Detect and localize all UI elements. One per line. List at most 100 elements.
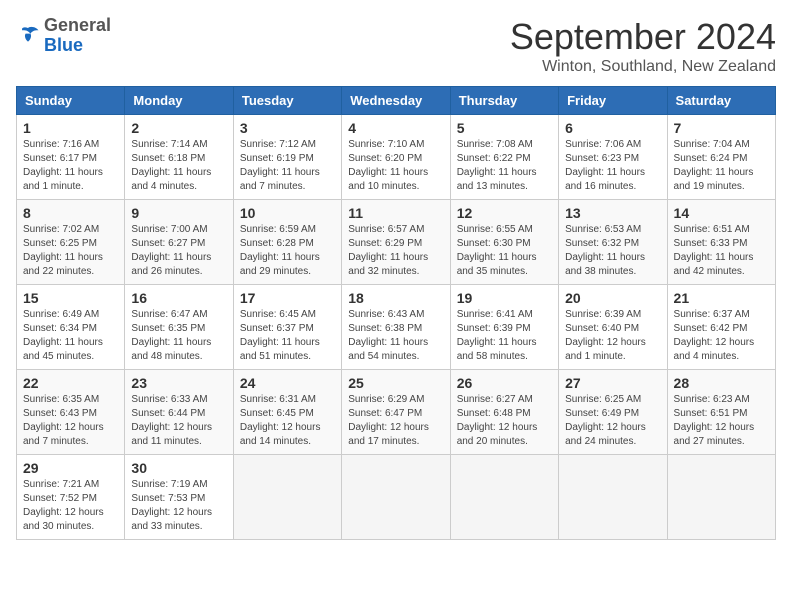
- logo-text: General Blue: [44, 16, 111, 56]
- day-number: 5: [457, 120, 552, 136]
- calendar-day-cell: 1Sunrise: 7:16 AM Sunset: 6:17 PM Daylig…: [17, 115, 125, 200]
- day-info: Sunrise: 6:35 AM Sunset: 6:43 PM Dayligh…: [23, 393, 118, 449]
- day-info: Sunrise: 6:23 AM Sunset: 6:51 PM Dayligh…: [674, 393, 769, 449]
- day-info: Sunrise: 7:14 AM Sunset: 6:18 PM Dayligh…: [131, 138, 226, 194]
- calendar-week-row: 22Sunrise: 6:35 AM Sunset: 6:43 PM Dayli…: [17, 370, 776, 455]
- calendar-day-cell: 21 Sunrise: 6:37 AM Sunset: 6:42 PM Dayli…: [667, 285, 775, 370]
- day-number: 12: [457, 205, 552, 221]
- calendar-day-cell: 20 Sunrise: 6:39 AM Sunset: 6:40 PM Dayli…: [559, 285, 667, 370]
- day-number: 7: [674, 120, 769, 136]
- day-number: 14: [674, 205, 769, 221]
- day-number: 2: [131, 120, 226, 136]
- day-number: 3: [240, 120, 335, 136]
- day-info: Sunrise: 7:21 AM Sunset: 7:52 PM Dayligh…: [23, 478, 118, 534]
- day-info: Sunrise: 7:06 AM Sunset: 6:23 PM Dayligh…: [565, 138, 660, 194]
- day-number: 18: [348, 290, 443, 306]
- day-number: 24: [240, 375, 335, 391]
- day-info: Sunrise: 6:57 AM Sunset: 6:29 PM Dayligh…: [348, 223, 443, 279]
- day-info: Sunrise: 6:33 AM Sunset: 6:44 PM Dayligh…: [131, 393, 226, 449]
- day-info: Sunrise: 6:41 AM Sunset: 6:39 PM Dayligh…: [457, 308, 552, 364]
- day-info: Sunrise: 6:39 AM Sunset: 6:40 PM Dayligh…: [565, 308, 660, 364]
- day-info: Sunrise: 6:49 AM Sunset: 6:34 PM Dayligh…: [23, 308, 118, 364]
- day-info: Sunrise: 7:10 AM Sunset: 6:20 PM Dayligh…: [348, 138, 443, 194]
- day-number: 17: [240, 290, 335, 306]
- day-number: 28: [674, 375, 769, 391]
- day-number: 15: [23, 290, 118, 306]
- day-info: Sunrise: 6:51 AM Sunset: 6:33 PM Dayligh…: [674, 223, 769, 279]
- day-number: 27: [565, 375, 660, 391]
- day-of-week-header: Friday: [559, 87, 667, 115]
- day-of-week-header: Wednesday: [342, 87, 450, 115]
- day-info: Sunrise: 7:16 AM Sunset: 6:17 PM Dayligh…: [23, 138, 118, 194]
- day-number: 19: [457, 290, 552, 306]
- calendar-day-cell: 4 Sunrise: 7:10 AM Sunset: 6:20 PM Daylig…: [342, 115, 450, 200]
- calendar-day-cell: 15 Sunrise: 6:49 AM Sunset: 6:34 PM Dayli…: [17, 285, 125, 370]
- day-info: Sunrise: 7:00 AM Sunset: 6:27 PM Dayligh…: [131, 223, 226, 279]
- calendar-day-cell: 16Sunrise: 6:47 AM Sunset: 6:35 PM Dayli…: [125, 285, 233, 370]
- calendar-day-cell: 8Sunrise: 7:02 AM Sunset: 6:25 PM Daylig…: [17, 200, 125, 285]
- day-of-week-header: Thursday: [450, 87, 558, 115]
- calendar-day-cell: 5 Sunrise: 7:08 AM Sunset: 6:22 PM Daylig…: [450, 115, 558, 200]
- calendar-day-cell: 9 Sunrise: 7:00 AM Sunset: 6:27 PM Daylig…: [125, 200, 233, 285]
- calendar-week-row: 15 Sunrise: 6:49 AM Sunset: 6:34 PM Dayli…: [17, 285, 776, 370]
- calendar-week-row: 1Sunrise: 7:16 AM Sunset: 6:17 PM Daylig…: [17, 115, 776, 200]
- day-info: Sunrise: 6:25 AM Sunset: 6:49 PM Dayligh…: [565, 393, 660, 449]
- calendar-table: SundayMondayTuesdayWednesdayThursdayFrid…: [16, 86, 776, 540]
- day-info: Sunrise: 7:19 AM Sunset: 7:53 PM Dayligh…: [131, 478, 226, 534]
- day-number: 25: [348, 375, 443, 391]
- calendar-day-cell: 14 Sunrise: 6:51 AM Sunset: 6:33 PM Dayli…: [667, 200, 775, 285]
- day-info: Sunrise: 6:31 AM Sunset: 6:45 PM Dayligh…: [240, 393, 335, 449]
- logo-bird-icon: [16, 24, 40, 48]
- calendar-day-cell: 3Sunrise: 7:12 AM Sunset: 6:19 PM Daylig…: [233, 115, 341, 200]
- day-number: 30: [131, 460, 226, 476]
- day-info: Sunrise: 6:37 AM Sunset: 6:42 PM Dayligh…: [674, 308, 769, 364]
- logo: General Blue: [16, 16, 111, 56]
- day-number: 16: [131, 290, 226, 306]
- day-info: Sunrise: 7:08 AM Sunset: 6:22 PM Dayligh…: [457, 138, 552, 194]
- calendar-day-cell: 11 Sunrise: 6:57 AM Sunset: 6:29 PM Dayli…: [342, 200, 450, 285]
- day-info: Sunrise: 6:29 AM Sunset: 6:47 PM Dayligh…: [348, 393, 443, 449]
- title-block: September 2024 Winton, Southland, New Ze…: [510, 16, 776, 76]
- day-info: Sunrise: 6:55 AM Sunset: 6:30 PM Dayligh…: [457, 223, 552, 279]
- calendar-day-cell: 26Sunrise: 6:27 AM Sunset: 6:48 PM Dayli…: [450, 370, 558, 455]
- calendar-week-row: 29 Sunrise: 7:21 AM Sunset: 7:52 PM Dayli…: [17, 455, 776, 540]
- calendar-day-cell: 17 Sunrise: 6:45 AM Sunset: 6:37 PM Dayli…: [233, 285, 341, 370]
- day-info: Sunrise: 6:45 AM Sunset: 6:37 PM Dayligh…: [240, 308, 335, 364]
- day-info: Sunrise: 6:43 AM Sunset: 6:38 PM Dayligh…: [348, 308, 443, 364]
- day-number: 13: [565, 205, 660, 221]
- day-of-week-header: Sunday: [17, 87, 125, 115]
- day-number: 21: [674, 290, 769, 306]
- calendar-day-cell: 24 Sunrise: 6:31 AM Sunset: 6:45 PM Dayli…: [233, 370, 341, 455]
- day-number: 10: [240, 205, 335, 221]
- calendar-day-cell: [667, 455, 775, 540]
- calendar-day-cell: 19 Sunrise: 6:41 AM Sunset: 6:39 PM Dayli…: [450, 285, 558, 370]
- day-number: 9: [131, 205, 226, 221]
- day-number: 11: [348, 205, 443, 221]
- calendar-day-cell: 29 Sunrise: 7:21 AM Sunset: 7:52 PM Dayli…: [17, 455, 125, 540]
- calendar-day-cell: [233, 455, 341, 540]
- calendar-day-cell: 22Sunrise: 6:35 AM Sunset: 6:43 PM Dayli…: [17, 370, 125, 455]
- calendar-day-cell: [342, 455, 450, 540]
- page-header: General Blue September 2024 Winton, Sout…: [16, 16, 776, 76]
- calendar-day-cell: 6 Sunrise: 7:06 AM Sunset: 6:23 PM Daylig…: [559, 115, 667, 200]
- calendar-day-cell: 27 Sunrise: 6:25 AM Sunset: 6:49 PM Dayli…: [559, 370, 667, 455]
- calendar-header-row: SundayMondayTuesdayWednesdayThursdayFrid…: [17, 87, 776, 115]
- calendar-day-cell: [450, 455, 558, 540]
- calendar-day-cell: 18 Sunrise: 6:43 AM Sunset: 6:38 PM Dayli…: [342, 285, 450, 370]
- day-number: 4: [348, 120, 443, 136]
- calendar-day-cell: 30 Sunrise: 7:19 AM Sunset: 7:53 PM Dayli…: [125, 455, 233, 540]
- day-number: 29: [23, 460, 118, 476]
- calendar-day-cell: 23Sunrise: 6:33 AM Sunset: 6:44 PM Dayli…: [125, 370, 233, 455]
- calendar-week-row: 8Sunrise: 7:02 AM Sunset: 6:25 PM Daylig…: [17, 200, 776, 285]
- calendar-day-cell: 2 Sunrise: 7:14 AM Sunset: 6:18 PM Daylig…: [125, 115, 233, 200]
- month-title: September 2024: [510, 16, 776, 58]
- day-info: Sunrise: 6:59 AM Sunset: 6:28 PM Dayligh…: [240, 223, 335, 279]
- day-info: Sunrise: 6:27 AM Sunset: 6:48 PM Dayligh…: [457, 393, 552, 449]
- day-number: 6: [565, 120, 660, 136]
- day-info: Sunrise: 6:53 AM Sunset: 6:32 PM Dayligh…: [565, 223, 660, 279]
- day-number: 20: [565, 290, 660, 306]
- calendar-day-cell: 28 Sunrise: 6:23 AM Sunset: 6:51 PM Dayli…: [667, 370, 775, 455]
- day-info: Sunrise: 7:02 AM Sunset: 6:25 PM Dayligh…: [23, 223, 118, 279]
- calendar-day-cell: 25 Sunrise: 6:29 AM Sunset: 6:47 PM Dayli…: [342, 370, 450, 455]
- calendar-day-cell: 10 Sunrise: 6:59 AM Sunset: 6:28 PM Dayli…: [233, 200, 341, 285]
